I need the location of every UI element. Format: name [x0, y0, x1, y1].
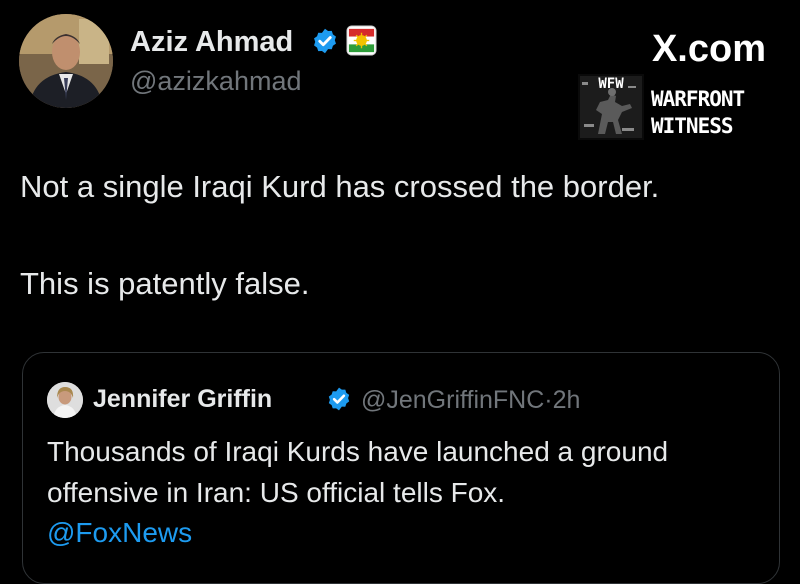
quoted-author-avatar[interactable]	[47, 382, 83, 418]
author-handle[interactable]: @azizkahmad	[130, 66, 301, 97]
watermark-emblem-text: WFW	[598, 76, 624, 92]
quoted-mention-link[interactable]: @FoxNews	[47, 517, 192, 549]
quoted-author-handle[interactable]: @JenGriffinFNC	[361, 386, 544, 414]
watermark-soldier-emblem: WFW	[578, 74, 644, 140]
tweet-text-line-1: Not a single Iraqi Kurd has crossed the …	[20, 169, 660, 204]
verified-badge-icon	[314, 28, 336, 54]
quoted-meta: @JenGriffinFNC·2h	[361, 386, 580, 415]
quoted-text-line-2: offensive in Iran: US official tells Fox…	[47, 477, 506, 508]
watermark-line-1: WARFRONT	[651, 87, 745, 111]
avatar-photo	[19, 14, 113, 108]
quoted-author-name[interactable]: Jennifer Griffin	[93, 385, 272, 414]
quoted-avatar-photo	[47, 382, 83, 418]
quoted-timestamp[interactable]: 2h	[553, 386, 581, 414]
tweet-text-line-2: This is patently false.	[20, 266, 310, 301]
meta-separator: ·	[544, 386, 553, 414]
author-avatar[interactable]	[19, 14, 113, 108]
author-name[interactable]: Aziz Ahmad	[130, 26, 293, 59]
kurdistan-flag-icon	[346, 25, 377, 56]
watermark-brand: WARFRONT WITNESS	[651, 86, 781, 140]
site-label: X.com	[651, 28, 766, 70]
quoted-verified-badge-icon	[328, 387, 350, 411]
quoted-text-line-1: Thousands of Iraqi Kurds have launched a…	[47, 436, 669, 467]
watermark-line-2: WITNESS	[651, 114, 734, 138]
